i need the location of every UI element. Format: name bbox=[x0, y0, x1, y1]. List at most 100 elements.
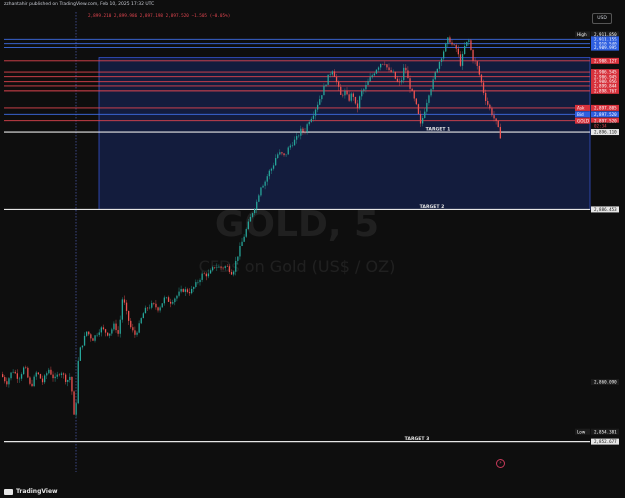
price-chart[interactable]: GOLD, 5 CFDs on Gold (US$ / OZ) TARGET 1 TA… bbox=[0, 0, 625, 498]
candle-body bbox=[323, 85, 325, 96]
candle-body bbox=[438, 61, 441, 69]
candle-body bbox=[140, 318, 142, 324]
candle-body bbox=[224, 266, 226, 269]
candle-body bbox=[197, 282, 199, 283]
candle-body bbox=[491, 108, 493, 116]
candle-body bbox=[180, 289, 182, 292]
ohlc-readout: 2,899.210 2,899.986 2,897.198 2,897.520 … bbox=[88, 14, 231, 19]
candle-body bbox=[136, 332, 138, 335]
candle-body bbox=[245, 229, 247, 237]
candle-body bbox=[369, 77, 371, 82]
candle-body bbox=[203, 273, 205, 275]
candle-body bbox=[123, 299, 126, 303]
candle-body bbox=[405, 67, 407, 71]
candle-body bbox=[365, 84, 367, 90]
candle-body bbox=[39, 374, 42, 379]
candle-body bbox=[390, 70, 392, 73]
candle-body bbox=[50, 369, 52, 375]
candle-body bbox=[468, 40, 470, 42]
candle-body bbox=[174, 298, 176, 303]
candle-body bbox=[363, 89, 365, 91]
candle-body bbox=[20, 374, 23, 379]
candle-body bbox=[268, 170, 270, 177]
candle-body bbox=[489, 104, 491, 109]
candle-body bbox=[71, 376, 73, 392]
candle-body bbox=[178, 291, 180, 296]
candle-body bbox=[411, 88, 413, 92]
candle-body bbox=[128, 310, 130, 321]
candle-body bbox=[176, 295, 178, 299]
price-label-15: 2,886.453 bbox=[594, 207, 617, 212]
candle-body bbox=[35, 372, 37, 377]
candle-body bbox=[308, 121, 310, 125]
candle-body bbox=[10, 372, 12, 379]
candle-body bbox=[291, 145, 294, 146]
candle-body bbox=[218, 266, 220, 268]
candle-body bbox=[8, 378, 10, 385]
candle-body bbox=[262, 185, 264, 188]
candle-body bbox=[14, 371, 16, 374]
candle-body bbox=[27, 367, 29, 378]
candle-body bbox=[302, 128, 304, 132]
candle-body bbox=[230, 272, 233, 275]
candle-body bbox=[33, 376, 35, 387]
candle-body bbox=[46, 373, 48, 376]
candle-body bbox=[149, 307, 151, 309]
candle-body bbox=[470, 40, 472, 51]
candle-body bbox=[417, 104, 420, 115]
candle-body bbox=[430, 89, 432, 96]
candle-body bbox=[100, 327, 102, 333]
candle-body bbox=[354, 96, 357, 104]
candle-body bbox=[329, 74, 331, 75]
candle-body bbox=[182, 289, 184, 292]
tradingview-mark-icon bbox=[4, 488, 13, 495]
lightning-icon[interactable]: ⚡ bbox=[496, 459, 505, 468]
candle-body bbox=[426, 102, 428, 112]
candle-body bbox=[428, 95, 430, 103]
candle-body bbox=[480, 74, 483, 83]
candle-body bbox=[216, 267, 218, 269]
candle-body bbox=[272, 165, 275, 169]
price-tag-11: Bid bbox=[577, 112, 584, 117]
tradingview-logo: TradingView bbox=[4, 488, 58, 495]
candle-body bbox=[67, 379, 69, 382]
candle-body bbox=[220, 266, 222, 268]
candle-body bbox=[386, 64, 388, 68]
target-zone bbox=[98, 57, 591, 210]
candle-body bbox=[60, 373, 63, 375]
currency-button[interactable]: USD bbox=[592, 13, 612, 24]
candle-body bbox=[344, 90, 346, 96]
candle-body bbox=[285, 154, 287, 156]
candle-body bbox=[142, 313, 144, 319]
candle-body bbox=[359, 96, 361, 109]
target-label-18: TARGET 3 bbox=[405, 436, 430, 442]
price-label-13: 02:34 bbox=[594, 123, 607, 128]
price-label-4: 2,908.127 bbox=[594, 58, 617, 63]
candle-body bbox=[388, 67, 390, 71]
candle-body bbox=[445, 43, 447, 52]
candle-body bbox=[493, 115, 495, 119]
price-label-11: 2,897.520 bbox=[594, 112, 617, 117]
candle-body bbox=[159, 307, 161, 311]
candle-body bbox=[138, 323, 140, 333]
candle-body bbox=[121, 299, 123, 320]
candle-body bbox=[52, 374, 54, 379]
candle-body bbox=[495, 118, 497, 121]
candle-body bbox=[247, 221, 249, 230]
candle-body bbox=[424, 111, 426, 118]
candle-body bbox=[466, 41, 468, 46]
candle-body bbox=[356, 103, 359, 109]
candle-body bbox=[352, 93, 354, 97]
candle-body bbox=[96, 334, 98, 336]
candle-body bbox=[403, 67, 405, 81]
candle-body bbox=[134, 330, 136, 335]
candle-body bbox=[226, 266, 228, 267]
candle-body bbox=[415, 98, 417, 105]
candle-body bbox=[151, 303, 153, 308]
candle-body bbox=[25, 367, 27, 368]
candle-body bbox=[184, 289, 186, 292]
candle-body bbox=[434, 72, 436, 80]
tradingview-wordmark: TradingView bbox=[16, 488, 58, 495]
candle-body bbox=[54, 376, 56, 379]
candle-body bbox=[170, 301, 172, 304]
